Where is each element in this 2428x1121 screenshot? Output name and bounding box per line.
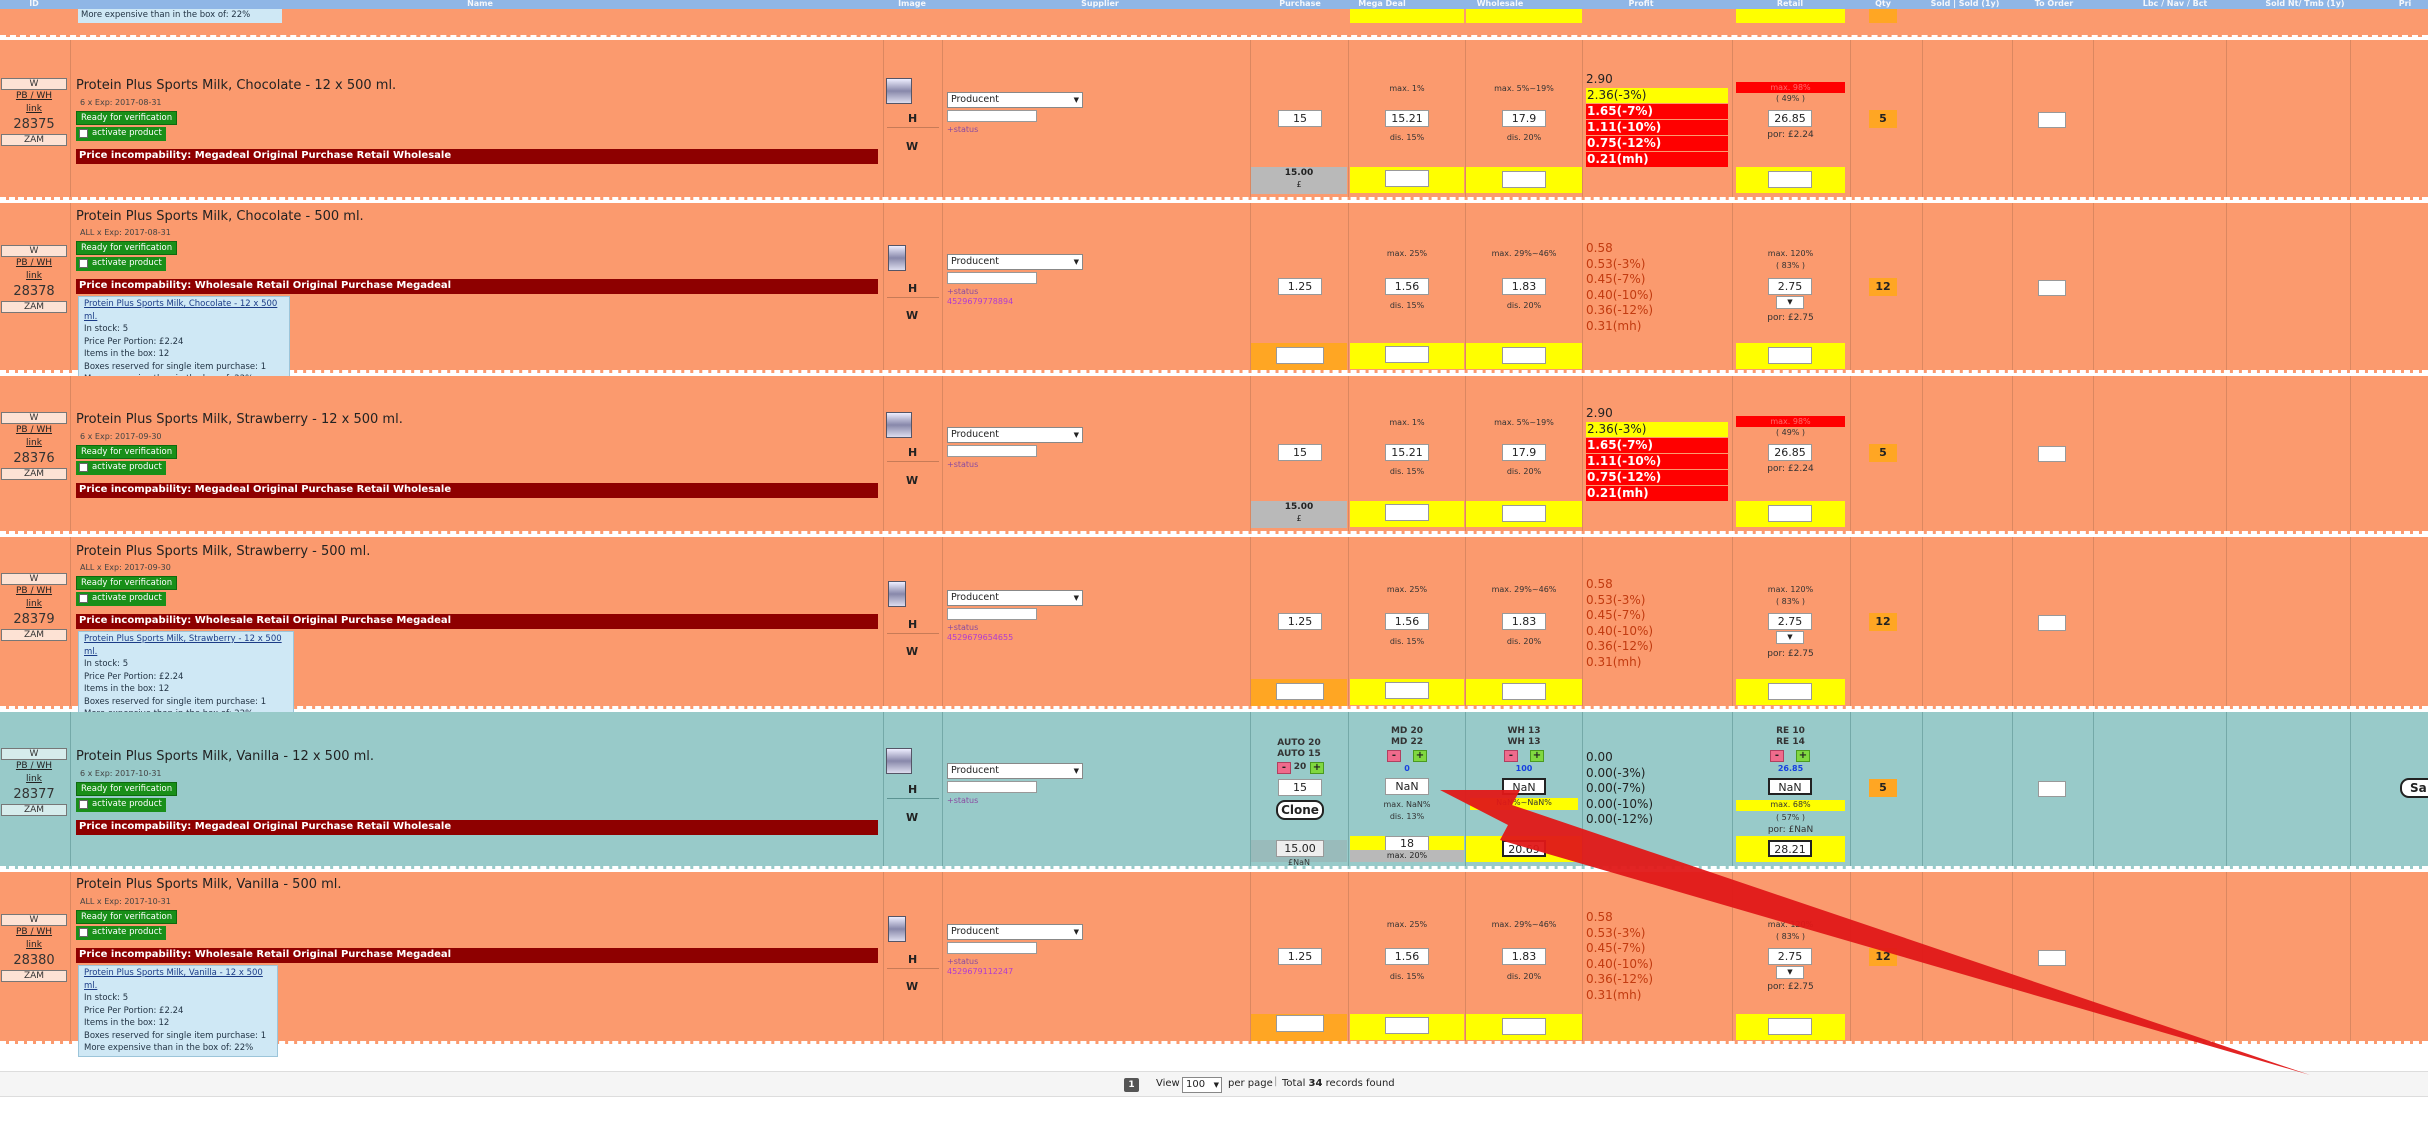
arrow-icon — [1440, 790, 2310, 1075]
annotation-arrow — [1440, 790, 2310, 1075]
